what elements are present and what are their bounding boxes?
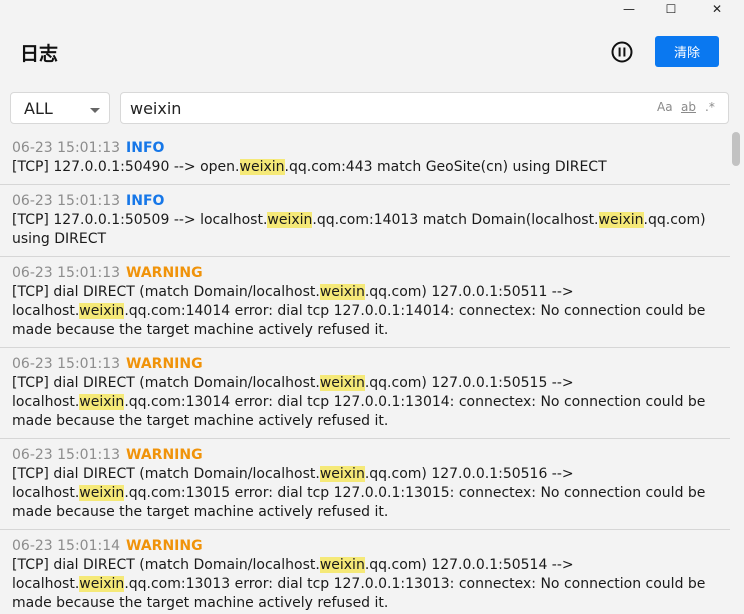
search-highlight: weixin: [79, 394, 125, 410]
log-meta: 06-23 15:01:13 INFO: [12, 192, 718, 210]
search-highlight: weixin: [79, 576, 125, 592]
pause-button[interactable]: [611, 41, 633, 63]
log-entry: 06-23 15:01:13 INFO [TCP] 127.0.0.1:50509 …: [0, 185, 730, 257]
log-meta: 06-23 15:01:13 WARNING: [12, 264, 718, 282]
search-input[interactable]: [130, 97, 640, 119]
whole-word-toggle[interactable]: ab: [681, 100, 696, 114]
log-meta: 06-23 15:01:13 WARNING: [12, 355, 718, 373]
log-level: INFO: [126, 140, 165, 156]
log-timestamp: 06-23 15:01:13: [12, 193, 121, 209]
log-meta: 06-23 15:01:13 WARNING: [12, 446, 718, 464]
log-level: WARNING: [126, 356, 203, 372]
log-timestamp: 06-23 15:01:14: [12, 538, 121, 554]
search-highlight: weixin: [267, 212, 313, 228]
page-title: 日志: [20, 43, 59, 65]
log-timestamp: 06-23 15:01:13: [12, 447, 121, 463]
title-bar: — ☐ ✕: [0, 0, 744, 22]
search-highlight: weixin: [239, 159, 285, 175]
log-level: WARNING: [126, 265, 203, 281]
log-message: [TCP] dial DIRECT (match Domain/localhos…: [12, 466, 706, 520]
log-message: [TCP] 127.0.0.1:50490 --> open.weixin.qq…: [12, 159, 607, 175]
maximize-icon: ☐: [665, 2, 677, 16]
log-message: [TCP] 127.0.0.1:50509 --> localhost.weix…: [12, 212, 706, 247]
close-icon: ✕: [711, 2, 723, 16]
filter-toolbar: ALL Aa ab .*: [0, 80, 744, 132]
pause-icon: [611, 41, 633, 63]
scrollbar-thumb[interactable]: [732, 132, 740, 166]
search-highlight: weixin: [319, 466, 365, 482]
search-box: Aa ab .*: [120, 92, 729, 124]
log-level: WARNING: [126, 447, 203, 463]
log-message: [TCP] dial DIRECT (match Domain/localhos…: [12, 284, 706, 338]
log-entry: 06-23 15:01:13 INFO [TCP] 127.0.0.1:50490 …: [0, 132, 730, 185]
match-case-toggle[interactable]: Aa: [657, 100, 673, 114]
search-highlight: weixin: [79, 303, 125, 319]
chevron-down-icon: [90, 108, 100, 113]
log-list[interactable]: 06-23 15:01:13 INFO [TCP] 127.0.0.1:50490 …: [0, 132, 730, 614]
log-meta: 06-23 15:01:13 INFO: [12, 139, 718, 157]
log-message: [TCP] dial DIRECT (match Domain/localhos…: [12, 375, 706, 429]
log-message: [TCP] dial DIRECT (match Domain/localhos…: [12, 557, 706, 611]
minimize-icon: —: [623, 2, 635, 16]
log-timestamp: 06-23 15:01:13: [12, 140, 121, 156]
log-entry: 06-23 15:01:14 WARNING [TCP] dial DIRECT (…: [0, 530, 730, 614]
search-highlight: weixin: [79, 485, 125, 501]
close-button[interactable]: ✕: [694, 0, 740, 18]
log-entry: 06-23 15:01:13 WARNING [TCP] dial DIRECT (…: [0, 348, 730, 439]
maximize-button[interactable]: ☐: [648, 0, 694, 18]
page-header: 日志 清除: [0, 22, 744, 80]
log-meta: 06-23 15:01:14 WARNING: [12, 537, 718, 555]
level-select[interactable]: ALL: [10, 92, 110, 124]
search-highlight: weixin: [598, 212, 644, 228]
search-highlight: weixin: [319, 284, 365, 300]
log-timestamp: 06-23 15:01:13: [12, 265, 121, 281]
log-entry: 06-23 15:01:13 WARNING [TCP] dial DIRECT (…: [0, 257, 730, 348]
search-highlight: weixin: [319, 557, 365, 573]
regex-toggle[interactable]: .*: [705, 100, 715, 114]
clear-button[interactable]: 清除: [655, 36, 719, 67]
minimize-button[interactable]: —: [606, 0, 652, 18]
log-timestamp: 06-23 15:01:13: [12, 356, 121, 372]
level-select-value: ALL: [24, 99, 53, 118]
log-entry: 06-23 15:01:13 WARNING [TCP] dial DIRECT (…: [0, 439, 730, 530]
search-highlight: weixin: [319, 375, 365, 391]
log-level: WARNING: [126, 538, 203, 554]
log-level: INFO: [126, 193, 165, 209]
